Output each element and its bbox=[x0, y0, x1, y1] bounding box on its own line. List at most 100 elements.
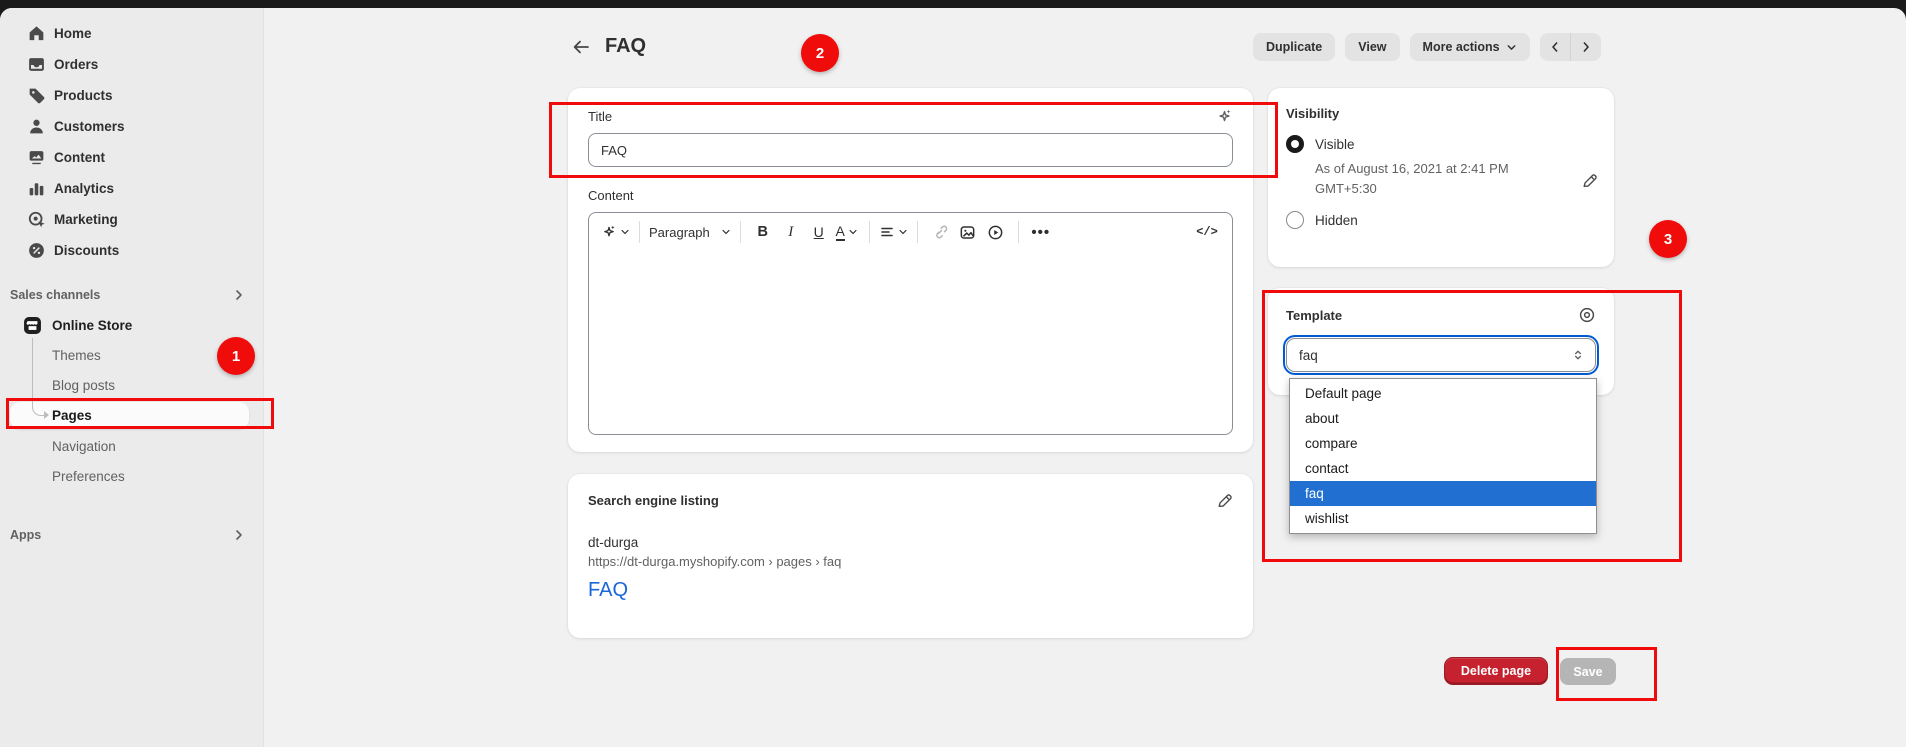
marketing-icon bbox=[27, 210, 46, 229]
chevron-left-icon bbox=[1549, 41, 1561, 53]
template-heading: Template bbox=[1286, 308, 1342, 323]
sidebar: Home Orders Products Customers Content A… bbox=[0, 8, 264, 747]
sidebar-item-marketing[interactable]: Marketing bbox=[0, 204, 263, 235]
sidebar-item-discounts[interactable]: Discounts bbox=[0, 235, 263, 266]
editor-ai-button[interactable] bbox=[601, 218, 630, 246]
eye-icon bbox=[1578, 306, 1596, 324]
edit-visibility-date-button[interactable] bbox=[1581, 172, 1598, 189]
template-selected-value: faq bbox=[1299, 348, 1318, 363]
visible-radio-option[interactable]: Visible bbox=[1286, 135, 1596, 153]
header-actions: Duplicate View More actions bbox=[1253, 33, 1601, 61]
sidebar-item-label: Marketing bbox=[54, 212, 118, 227]
sidebar-item-themes[interactable]: Themes bbox=[0, 340, 263, 370]
sidebar-item-label: Content bbox=[54, 150, 105, 165]
editor-content-area[interactable] bbox=[589, 251, 1232, 436]
sidebar-item-navigation[interactable]: Navigation bbox=[0, 431, 263, 461]
view-label: View bbox=[1358, 40, 1386, 54]
alignment-button[interactable] bbox=[879, 218, 908, 246]
updown-chevron-icon bbox=[1571, 348, 1585, 362]
sidebar-item-blog-posts[interactable]: Blog posts bbox=[0, 370, 263, 400]
more-formatting-button[interactable]: ••• bbox=[1028, 218, 1054, 246]
back-arrow-icon bbox=[571, 37, 591, 57]
edit-seo-button[interactable] bbox=[1216, 492, 1233, 509]
preview-template-button[interactable] bbox=[1578, 306, 1596, 324]
chevron-down-icon bbox=[1506, 42, 1517, 53]
title-field-label: Title bbox=[588, 109, 612, 124]
title-content-card: Title Content Paragraph B bbox=[568, 88, 1253, 452]
sidebar-item-pages[interactable]: Pages bbox=[0, 400, 263, 431]
sidebar-item-label: Preferences bbox=[52, 469, 125, 484]
bold-button[interactable]: B bbox=[750, 218, 776, 246]
duplicate-button[interactable]: Duplicate bbox=[1253, 33, 1335, 61]
sidebar-item-analytics[interactable]: Analytics bbox=[0, 173, 263, 204]
sidebar-item-label: Home bbox=[54, 26, 92, 41]
pages-active-pill: Pages bbox=[10, 402, 249, 429]
page-title: FAQ bbox=[605, 35, 646, 58]
hidden-radio-option[interactable]: Hidden bbox=[1286, 211, 1596, 229]
home-icon bbox=[27, 24, 46, 43]
seo-card-heading: Search engine listing bbox=[588, 493, 719, 508]
delete-page-button[interactable]: Delete page bbox=[1444, 657, 1548, 685]
paragraph-style-selector[interactable]: Paragraph bbox=[649, 218, 731, 246]
sidebar-item-customers[interactable]: Customers bbox=[0, 111, 263, 142]
visible-note-line1: As of August 16, 2021 at 2:41 PM bbox=[1315, 159, 1551, 179]
pencil-icon bbox=[1581, 172, 1598, 189]
sidebar-item-home[interactable]: Home bbox=[0, 18, 263, 49]
radio-selected-icon bbox=[1286, 135, 1304, 153]
previous-page-button[interactable] bbox=[1540, 33, 1570, 61]
sidebar-item-content[interactable]: Content bbox=[0, 142, 263, 173]
chevron-right-icon bbox=[233, 529, 245, 541]
save-button[interactable]: Save bbox=[1560, 658, 1616, 685]
link-icon bbox=[932, 224, 948, 240]
apps-label: Apps bbox=[10, 528, 41, 542]
next-page-button[interactable] bbox=[1571, 33, 1601, 61]
search-engine-listing-card: Search engine listing dt-durga https://d… bbox=[568, 474, 1253, 638]
visibility-heading: Visibility bbox=[1286, 106, 1596, 121]
template-option-faq[interactable]: faq bbox=[1290, 481, 1596, 506]
back-button[interactable] bbox=[570, 36, 592, 58]
more-actions-button[interactable]: More actions bbox=[1410, 33, 1530, 61]
content-field-label: Content bbox=[588, 188, 634, 203]
template-option-default-page[interactable]: Default page bbox=[1290, 381, 1596, 406]
sidebar-item-products[interactable]: Products bbox=[0, 80, 263, 111]
text-color-button[interactable]: A bbox=[834, 218, 860, 246]
seo-site-name: dt-durga bbox=[588, 535, 1233, 550]
italic-button[interactable]: I bbox=[778, 218, 804, 246]
toolbar-divider bbox=[639, 221, 640, 243]
pencil-icon bbox=[1216, 492, 1233, 509]
visibility-card: Visibility Visible As of August 16, 2021… bbox=[1268, 88, 1614, 267]
editor-toolbar: Paragraph B I U A bbox=[589, 213, 1232, 251]
ai-sparkle-button[interactable] bbox=[1216, 108, 1233, 125]
template-option-about[interactable]: about bbox=[1290, 406, 1596, 431]
template-option-contact[interactable]: contact bbox=[1290, 456, 1596, 481]
align-left-icon bbox=[879, 224, 895, 240]
admin-app-frame: Home Orders Products Customers Content A… bbox=[0, 8, 1906, 747]
sidebar-item-label: Analytics bbox=[54, 181, 114, 196]
rich-text-editor[interactable]: Paragraph B I U A bbox=[588, 212, 1233, 435]
sales-channels-header[interactable]: Sales channels bbox=[0, 280, 263, 310]
sidebar-item-preferences[interactable]: Preferences bbox=[0, 461, 263, 491]
template-select[interactable]: faq bbox=[1286, 338, 1596, 372]
view-button[interactable]: View bbox=[1345, 33, 1399, 61]
analytics-icon bbox=[27, 179, 46, 198]
sidebar-item-label: Blog posts bbox=[52, 378, 115, 393]
html-code-button[interactable]: </> bbox=[1194, 218, 1220, 246]
seo-result-link[interactable]: FAQ bbox=[588, 579, 628, 602]
paragraph-style-label: Paragraph bbox=[649, 225, 710, 240]
sidebar-item-label: Online Store bbox=[52, 318, 132, 333]
sidebar-item-online-store[interactable]: Online Store bbox=[0, 310, 263, 340]
insert-video-button[interactable] bbox=[983, 218, 1009, 246]
visible-note-line2: GMT+5:30 bbox=[1315, 179, 1551, 199]
underline-button[interactable]: U bbox=[806, 218, 832, 246]
duplicate-label: Duplicate bbox=[1266, 40, 1322, 54]
apps-header[interactable]: Apps bbox=[0, 520, 263, 550]
sparkle-icon bbox=[1216, 108, 1233, 125]
title-input[interactable] bbox=[588, 133, 1233, 167]
sidebar-item-orders[interactable]: Orders bbox=[0, 49, 263, 80]
template-option-compare[interactable]: compare bbox=[1290, 431, 1596, 456]
link-button[interactable] bbox=[927, 218, 953, 246]
chevron-right-icon bbox=[233, 289, 245, 301]
insert-image-button[interactable] bbox=[955, 218, 981, 246]
template-option-wishlist[interactable]: wishlist bbox=[1290, 506, 1596, 531]
visible-label: Visible bbox=[1315, 137, 1355, 152]
